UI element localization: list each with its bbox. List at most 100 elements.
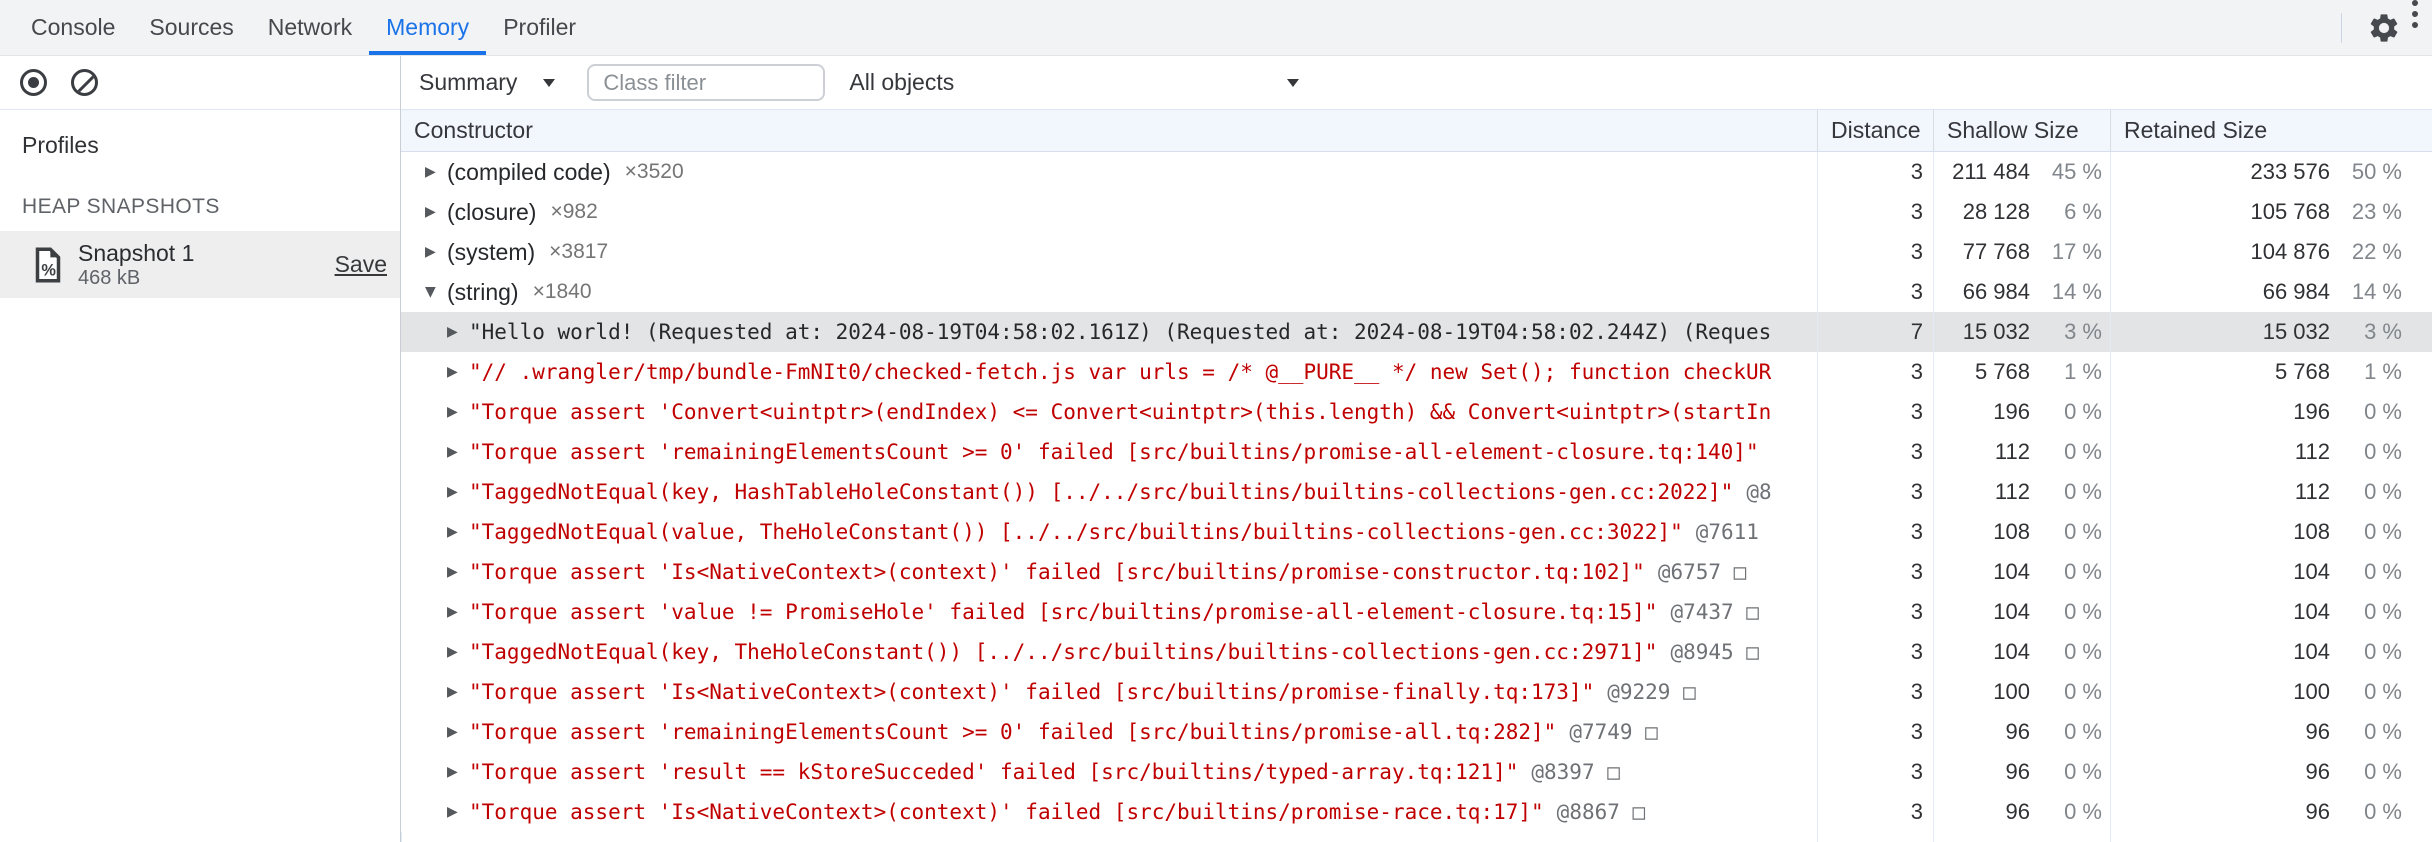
retained-size-value: 96 [2305,759,2330,784]
constructor-name: "Torque assert 'Convert<uintptr>(endInde… [469,400,1772,424]
shallow-size-value: 100 [1993,679,2030,704]
expand-triangle-icon[interactable]: ▶ [425,204,447,220]
tab-profiler[interactable]: Profiler [486,0,593,55]
shallow-size-value: 96 [2005,759,2030,784]
shallow-size-percent: 6 % [2064,199,2102,224]
distance-cell: 3 [1817,672,1933,712]
constructor-name: (system) [447,238,536,265]
tab-memory[interactable]: Memory [369,0,487,55]
expand-triangle-icon[interactable]: ▶ [447,684,469,700]
retained-size-percent: 1 % [2364,359,2402,384]
instance-count: ×3817 [549,240,609,263]
settings-button[interactable] [2356,0,2412,55]
table-row[interactable]: ▶ (compiled code) ×3520 3 211 484 45 % 233 576… [401,152,2432,192]
table-row[interactable]: ▶ "Torque assert 'remainingElementsCount … [401,712,2432,752]
expand-triangle-icon[interactable]: ▶ [425,244,447,260]
retained-size-cell: 196 0 % [2110,392,2432,432]
constructor-cell: ▶ "// .wrangler/tmp/bundle-FmNIt0/checked… [401,352,1817,392]
distance-cell: 3 [1817,592,1933,632]
table-row[interactable]: ▶ (closure) ×982 3 28 128 6 % 105 768 23 % [401,192,2432,232]
expand-triangle-icon[interactable]: ▶ [447,804,469,820]
tab-network[interactable]: Network [251,0,369,55]
expand-triangle-icon[interactable]: ▶ [447,724,469,740]
expand-triangle-icon[interactable]: ▶ [447,524,469,540]
constructor-cell: ▶ "Torque assert 'Convert<uintptr>(endInd… [401,392,1817,432]
table-row[interactable]: ▶ "Torque assert 'Is<NativeContext>(conte… [401,552,2432,592]
expand-triangle-icon[interactable]: ▶ [447,404,469,420]
sidebar-item-snapshot-1[interactable]: % Snapshot 1 468 kB Save [0,231,400,298]
shallow-size-percent: 0 % [2064,599,2102,624]
retained-size-percent: 0 % [2364,719,2402,744]
shallow-size-cell: 104 0 % [1933,632,2110,672]
constructor-name: "Torque assert 'Is<NativeContext>(contex… [469,560,1645,584]
record-heap-snapshot-button[interactable] [20,69,47,96]
expand-triangle-icon[interactable]: ▶ [447,764,469,780]
expand-triangle-icon[interactable]: ▶ [447,364,469,380]
clear-profiles-button[interactable] [71,69,98,96]
retained-size-percent: 0 % [2364,799,2402,824]
distance-cell: 3 [1817,712,1933,752]
expand-triangle-icon[interactable]: ▶ [425,164,447,180]
constructor-cell: ▶ "Torque assert 'remainingElementsCount … [401,712,1817,752]
class-filter-input[interactable] [587,64,826,101]
column-header-constructor[interactable]: Constructor [401,110,1817,151]
retained-size-cell: 5 768 1 % [2110,352,2432,392]
shallow-size-value: 104 [1993,639,2030,664]
shallow-size-percent: 17 % [2051,239,2102,264]
table-row[interactable]: ▶ "Torque assert 'remainingElementsCount … [401,432,2432,472]
distance-cell: 3 [1817,272,1933,312]
column-header-shallow-size[interactable]: Shallow Size [1933,110,2110,151]
table-row[interactable]: ▶ "TaggedNotEqual(value, TheHoleConstant(… [401,512,2432,552]
table-row[interactable]: ▶ "Hello world! (Requested at: 2024-08-19… [401,312,2432,352]
retained-size-value: 233 576 [2250,159,2330,184]
table-row[interactable]: ▼ (string) ×1840 3 66 984 14 % 66 984 14 % [401,272,2432,312]
shallow-size-value: 112 [1994,479,2030,504]
perspective-select[interactable]: Summary [419,69,556,96]
retained-size-cell: 104 0 % [2110,592,2432,632]
tab-console[interactable]: Console [14,0,132,55]
kebab-menu-icon [2412,22,2418,28]
devtools-tab-bar: Console Sources Network Memory Profiler [0,0,2432,56]
expand-triangle-icon[interactable]: ▶ [447,444,469,460]
memory-panel: Profiles HEAP SNAPSHOTS % Snapshot 1 468… [0,56,2432,842]
clear-icon [74,72,95,93]
shallow-size-value: 66 984 [1962,279,2030,304]
shallow-size-percent: 0 % [2064,519,2102,544]
table-row[interactable]: ▶ "TaggedNotEqual(key, TheHoleConstant())… [401,632,2432,672]
retained-size-cell: 96 0 % [2110,792,2432,832]
shallow-size-value: 104 [1993,599,2030,624]
constructor-cell: ▶ "TaggedNotEqual(key, HashTableHoleConst… [401,472,1817,512]
perspective-select-value: Summary [419,69,518,95]
expand-triangle-icon[interactable]: ▶ [447,564,469,580]
shallow-size-value: 77 768 [1962,239,2030,264]
table-row[interactable]: ▶ "Torque assert 'Is<NativeContext>(conte… [401,672,2432,712]
table-row[interactable]: ▶ "Torque assert 'result == kStoreSuccede… [401,752,2432,792]
save-snapshot-link[interactable]: Save [335,251,387,278]
object-id: @9229 □ [1607,680,1696,704]
retained-size-percent: 0 % [2364,639,2402,664]
column-header-retained-size[interactable]: Retained Size [2110,110,2432,151]
object-id: @7749 □ [1569,720,1658,744]
expand-triangle-icon[interactable]: ▶ [447,324,469,340]
expand-triangle-icon[interactable]: ▶ [447,644,469,660]
table-row[interactable]: ▶ "Torque assert 'Convert<uintptr>(endInd… [401,392,2432,432]
toolbar-divider [2341,12,2342,43]
collapse-triangle-icon[interactable]: ▼ [425,284,447,300]
table-row[interactable]: ▶ "TaggedNotEqual(key, HashTableHoleConst… [401,472,2432,512]
objects-filter-select[interactable]: All objects [849,69,1300,96]
retained-size-cell: 108 0 % [2110,512,2432,552]
more-options-button[interactable] [2412,0,2418,55]
distance-cell: 7 [1817,312,1933,352]
distance-cell: 3 [1817,432,1933,472]
table-row[interactable]: ▶ "Torque assert 'value != PromiseHole' f… [401,592,2432,632]
table-row[interactable]: ▶ (system) ×3817 3 77 768 17 % 104 876 22 % [401,232,2432,272]
table-header: Constructor Distance Shallow Size Retain… [401,110,2432,152]
expand-triangle-icon[interactable]: ▶ [447,484,469,500]
expand-triangle-icon[interactable]: ▶ [447,604,469,620]
tab-sources[interactable]: Sources [132,0,250,55]
tab-label: Console [31,14,116,40]
constructor-cell: ▶ (compiled code) ×3520 [401,152,1817,192]
table-row[interactable]: ▶ "Torque assert 'Is<NativeContext>(conte… [401,792,2432,832]
table-row[interactable]: ▶ "// .wrangler/tmp/bundle-FmNIt0/checked… [401,352,2432,392]
column-header-distance[interactable]: Distance [1817,110,1933,151]
